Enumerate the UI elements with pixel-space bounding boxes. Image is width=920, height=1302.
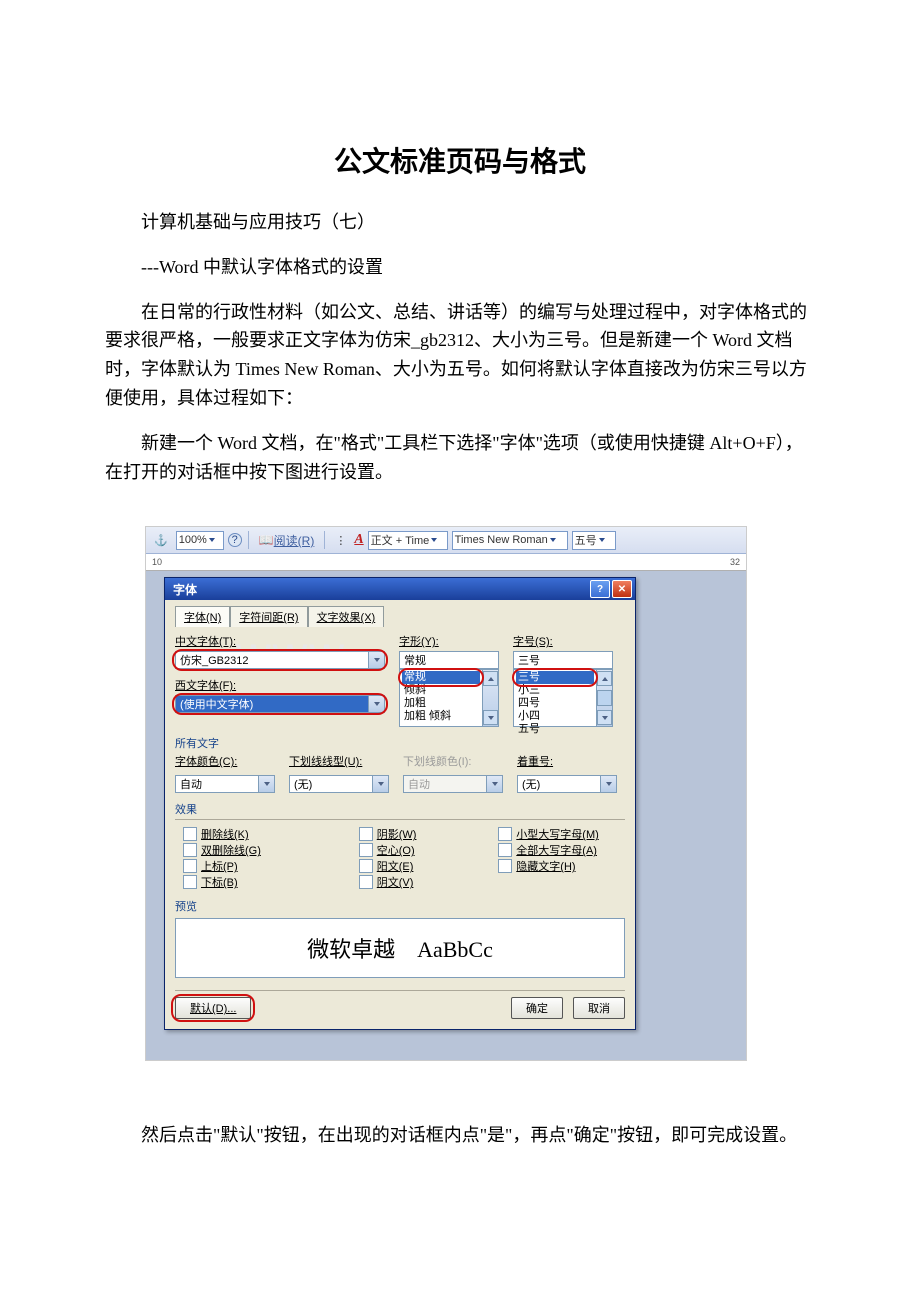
style-value: 正文 + Time <box>371 532 430 548</box>
chk-outline[interactable]: 空心(O) <box>359 842 459 858</box>
label-emphasis: 着重号: <box>517 753 617 769</box>
chk-engrave[interactable]: 阴文(V) <box>359 874 459 890</box>
paragraph-2: 新建一个 Word 文档，在"格式"工具栏下选择"字体"选项（或使用快捷键 Al… <box>105 429 815 487</box>
size-value: 五号 <box>575 532 597 548</box>
emphasis-combo[interactable]: (无) <box>517 775 617 793</box>
enfont-combo[interactable]: (使用中文字体) <box>175 695 385 713</box>
section-allfont: 所有文字 <box>175 735 625 751</box>
label-color: 字体颜色(C): <box>175 753 275 769</box>
chk-smallcaps[interactable]: 小型大写字母(M) <box>498 826 625 842</box>
default-button[interactable]: 默认(D)... <box>175 997 251 1019</box>
zoom-combo[interactable]: 100% <box>176 531 224 550</box>
cnfont-value: 仿宋_GB2312 <box>180 652 368 668</box>
chk-allcaps[interactable]: 全部大写字母(A) <box>498 842 625 858</box>
paragraph-1: 在日常的行政性材料（如公文、总结、讲话等）的编写与处理过程中，对字体格式的要求很… <box>105 298 815 413</box>
size-opt-1[interactable]: 小三 <box>516 684 594 697</box>
anchor-icon[interactable]: ⚓ <box>150 531 172 550</box>
ruler-left: 10 <box>152 557 162 567</box>
zoom-value: 100% <box>179 534 207 546</box>
preview-box: 微软卓越 AaBbCc <box>175 918 625 978</box>
dialog-title: 字体 <box>173 581 197 598</box>
chk-shadow[interactable]: 阴影(W) <box>359 826 459 842</box>
style-opt-bolditalic[interactable]: 加粗 倾斜 <box>402 710 480 723</box>
underline-combo[interactable]: (无) <box>289 775 389 793</box>
chk-strike[interactable]: 删除线(K) <box>183 826 319 842</box>
cancel-button[interactable]: 取消 <box>573 997 625 1019</box>
help-icon[interactable]: ? <box>228 533 242 547</box>
section-effects: 效果 <box>175 801 625 817</box>
label-style: 字形(Y): <box>399 633 499 649</box>
ruler-right: 32 <box>730 557 740 567</box>
size-listbox[interactable]: 三号 小三 四号 小四 五号 <box>513 669 613 727</box>
ruler: 10 32 <box>146 554 746 571</box>
style-opt-italic[interactable]: 倾斜 <box>402 684 480 697</box>
tab-texteffect[interactable]: 文字效果(X) <box>308 606 385 627</box>
size-opt-3[interactable]: 小四 <box>516 710 594 723</box>
style-opt-regular[interactable]: 常规 <box>402 671 480 684</box>
font-value: Times New Roman <box>455 534 548 546</box>
ok-button[interactable]: 确定 <box>511 997 563 1019</box>
size-combo[interactable]: 五号 <box>572 531 616 550</box>
word-toolbar: ⚓ 100% ? 📖 阅读(R) ⋮ A 正文 + Time Times New… <box>146 527 746 554</box>
section-preview: 预览 <box>175 898 625 914</box>
dialog-close-button[interactable]: ✕ <box>612 580 632 598</box>
read-button[interactable]: 📖 阅读(R) <box>255 531 319 550</box>
label-cnfont: 中文字体(T): <box>175 633 385 649</box>
subtitle-1: 计算机基础与应用技巧（七） <box>105 208 815 237</box>
size-value-dlg: 三号 <box>518 652 612 668</box>
label-underline: 下划线线型(U): <box>289 753 389 769</box>
tab-spacing[interactable]: 字符间距(R) <box>230 606 307 627</box>
ucolor-combo: 自动 <box>403 775 503 793</box>
label-size: 字号(S): <box>513 633 613 649</box>
color-combo[interactable]: 自动 <box>175 775 275 793</box>
size-opt-0[interactable]: 三号 <box>516 671 594 684</box>
subtitle-2: ---Word 中默认字体格式的设置 <box>105 253 815 282</box>
font-combo[interactable]: Times New Roman <box>452 531 568 550</box>
dialog-titlebar[interactable]: 字体 ? ✕ <box>165 578 635 600</box>
tab-font[interactable]: 字体(N) <box>175 606 230 627</box>
grip-icon[interactable]: ⋮ <box>331 531 350 550</box>
cnfont-combo[interactable]: 仿宋_GB2312 <box>175 651 385 669</box>
dialog-help-button[interactable]: ? <box>590 580 610 598</box>
label-enfont: 西文字体(F): <box>175 677 385 693</box>
style-input[interactable]: 常规 <box>399 651 499 669</box>
style-combo[interactable]: 正文 + Time <box>368 531 448 550</box>
screenshot: ⚓ 100% ? 📖 阅读(R) ⋮ A 正文 + Time Times New… <box>145 526 747 1061</box>
style-opt-bold[interactable]: 加粗 <box>402 697 480 710</box>
style-listbox[interactable]: 常规 倾斜 加粗 加粗 倾斜 <box>399 669 499 727</box>
chk-hidden[interactable]: 隐藏文字(H) <box>498 858 625 874</box>
paragraph-3: 然后点击"默认"按钮，在出现的对话框内点"是"，再点"确定"按钮，即可完成设置。 <box>105 1121 815 1150</box>
size-opt-2[interactable]: 四号 <box>516 697 594 710</box>
label-ucolor: 下划线颜色(I): <box>403 753 503 769</box>
style-value-dlg: 常规 <box>404 652 498 668</box>
font-format-icon[interactable]: A <box>354 532 363 548</box>
read-label: 阅读(R) <box>274 532 315 549</box>
doc-title: 公文标准页码与格式 <box>105 140 815 180</box>
size-opt-4[interactable]: 五号 <box>516 723 594 736</box>
chk-sup[interactable]: 上标(P) <box>183 858 319 874</box>
chk-sub[interactable]: 下标(B) <box>183 874 319 890</box>
size-input[interactable]: 三号 <box>513 651 613 669</box>
chk-emboss[interactable]: 阳文(E) <box>359 858 459 874</box>
chk-dstrike[interactable]: 双删除线(G) <box>183 842 319 858</box>
font-dialog: 字体 ? ✕ 字体(N) 字符间距(R) 文字效果(X) 中文字体(T): <box>164 577 636 1030</box>
enfont-value: (使用中文字体) <box>180 696 368 712</box>
